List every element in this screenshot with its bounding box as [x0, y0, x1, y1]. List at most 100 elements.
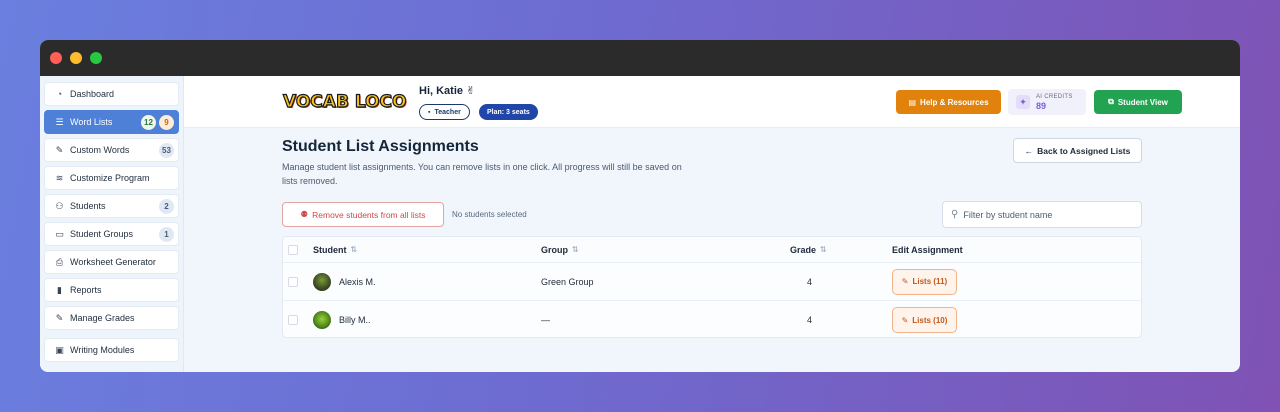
- sidebar-item-label: Custom Words: [70, 145, 130, 155]
- role-label: Teacher: [434, 108, 461, 116]
- column-grade[interactable]: Grade ⇅: [790, 245, 827, 255]
- student-filter-input[interactable]: [963, 209, 1134, 220]
- row-checkbox[interactable]: [288, 315, 298, 325]
- sidebar-item-writing-modules[interactable]: ▣ Writing Modules: [44, 338, 179, 362]
- close-window-icon[interactable]: [50, 52, 62, 64]
- sidebar-item-label: Students: [70, 201, 106, 211]
- arrow-left-icon: ←: [1024, 145, 1034, 156]
- sidebar-item-label: Reports: [70, 285, 102, 295]
- user-remove-icon: ⚉: [300, 209, 309, 219]
- book-icon: ▤: [908, 97, 917, 107]
- plan-badge: Plan: 3 seats: [479, 104, 538, 120]
- sidebar-item-worksheet-generator[interactable]: ⎙ Worksheet Generator: [44, 250, 179, 274]
- student-view-label: Student View: [1117, 97, 1168, 107]
- table-row: Billy M.. — 4 ✎ Lists (10): [283, 301, 1141, 337]
- list-icon: ☰: [55, 116, 64, 127]
- count-badge: 53: [159, 142, 174, 158]
- help-resources-button[interactable]: ▤ Help & Resources: [896, 90, 1001, 114]
- student-cell: Billy M..: [313, 311, 371, 329]
- sidebar-item-reports[interactable]: ▮ Reports: [44, 278, 179, 302]
- sidebar-item-student-groups[interactable]: ▭ Student Groups 1: [44, 222, 179, 246]
- count-badge: 2: [159, 198, 174, 214]
- id-badge-icon: ▪: [428, 108, 431, 116]
- sidebar-item-dashboard[interactable]: ◔ Dashboard: [44, 82, 179, 106]
- page-description: Manage student list assignments. You can…: [282, 162, 682, 186]
- role-badge: ▪ Teacher: [419, 104, 470, 120]
- select-all-checkbox[interactable]: [288, 244, 298, 255]
- sidebar-item-label: Writing Modules: [70, 345, 135, 355]
- edit-icon: ✎: [55, 144, 64, 155]
- table-header: Student ⇅ Group ⇅ Grade ⇅ Edit Assignmen…: [283, 237, 1141, 263]
- external-link-icon: ⧉: [1108, 97, 1114, 106]
- sliders-icon: ≋: [55, 172, 64, 183]
- users-icon: ⚇: [55, 200, 64, 211]
- student-name: Billy M..: [339, 315, 371, 325]
- minimize-window-icon[interactable]: [70, 52, 82, 64]
- lists-label: Lists (10): [912, 315, 948, 325]
- student-filter[interactable]: ⚲: [942, 201, 1142, 228]
- edit-icon: ✎: [55, 312, 64, 323]
- group-cell: Green Group: [541, 276, 594, 287]
- sort-icon: ⇅: [820, 245, 827, 254]
- maximize-window-icon[interactable]: [90, 52, 102, 64]
- app-header: VOCAB LOCO Hi, Katie ✌ ▪ Teacher Plan: 3…: [184, 76, 1240, 128]
- edit-lists-button[interactable]: ✎ Lists (11): [892, 268, 957, 295]
- grade-cell: 4: [807, 276, 813, 287]
- sidebar-item-label: Customize Program: [70, 173, 150, 183]
- search-icon: ⚲: [951, 209, 959, 220]
- document-icon: ▣: [55, 344, 64, 355]
- sidebar-item-label: Student Groups: [70, 229, 134, 239]
- help-resources-label: Help & Resources: [920, 97, 989, 107]
- avatar: [313, 272, 331, 291]
- sidebar-item-manage-grades[interactable]: ✎ Manage Grades: [44, 306, 179, 330]
- ai-credits-widget[interactable]: ✦ AI CREDITS 89: [1008, 89, 1086, 115]
- student-cell: Alexis M.: [313, 272, 376, 291]
- printer-icon: ⎙: [55, 256, 64, 267]
- student-view-button[interactable]: ⧉ Student View: [1094, 90, 1182, 114]
- edit-lists-button[interactable]: ✎ Lists (10): [892, 307, 957, 333]
- back-label: Back to Assigned Lists: [1037, 145, 1131, 156]
- remove-label: Remove students from all lists: [312, 209, 426, 220]
- count-badge: 1: [159, 226, 174, 242]
- column-grade-label: Grade: [790, 244, 817, 255]
- group-cell: —: [541, 315, 550, 325]
- title-bar: [40, 40, 1240, 76]
- column-student-label: Student: [313, 244, 347, 255]
- page-title: Student List Assignments: [282, 138, 479, 155]
- count-badge: 12: [141, 114, 156, 130]
- sidebar-item-customize-program[interactable]: ≋ Customize Program: [44, 166, 179, 190]
- ai-credits-text: AI CREDITS 89: [1036, 93, 1073, 111]
- assignments-table: Student ⇅ Group ⇅ Grade ⇅ Edit Assignmen…: [282, 236, 1142, 338]
- lists-label: Lists (11): [912, 277, 948, 286]
- row-checkbox[interactable]: [288, 276, 298, 287]
- sort-icon: ⇅: [572, 245, 579, 254]
- avatar: [313, 311, 331, 329]
- bar-chart-icon: ▮: [57, 284, 62, 295]
- remove-from-all-lists-button[interactable]: ⚉ Remove students from all lists: [282, 202, 444, 227]
- sidebar-item-label: Manage Grades: [70, 313, 135, 323]
- column-edit-assignment: Edit Assignment: [892, 245, 963, 255]
- gauge-icon: ◔: [56, 89, 63, 99]
- selection-status: No students selected: [452, 210, 527, 219]
- sidebar-item-custom-words[interactable]: ✎ Custom Words 53: [44, 138, 179, 162]
- table-row: Alexis M. Green Group 4 ✎ Lists (11): [283, 263, 1141, 301]
- student-name: Alexis M.: [339, 276, 376, 287]
- edit-icon: ✎: [901, 315, 909, 325]
- edit-icon: ✎: [901, 277, 909, 286]
- column-student[interactable]: Student ⇅: [313, 245, 357, 255]
- back-to-assigned-lists-button[interactable]: ← Back to Assigned Lists: [1013, 138, 1142, 163]
- brand-logo[interactable]: VOCAB LOCO: [282, 91, 407, 112]
- sidebar-item-students[interactable]: ⚇ Students 2: [44, 194, 179, 218]
- sidebar-item-word-lists[interactable]: ☰ Word Lists 12 9: [44, 110, 179, 134]
- main-area: VOCAB LOCO Hi, Katie ✌ ▪ Teacher Plan: 3…: [184, 76, 1240, 372]
- column-edit-label: Edit Assignment: [892, 244, 963, 255]
- column-group[interactable]: Group ⇅: [541, 245, 579, 255]
- column-group-label: Group: [541, 244, 568, 255]
- sparkle-icon: ✦: [1016, 95, 1030, 109]
- folder-icon: ▭: [55, 228, 64, 239]
- grade-cell: 4: [807, 315, 813, 325]
- count-badge: 9: [159, 114, 174, 130]
- sidebar: ◔ Dashboard ☰ Word Lists 12 9 ✎ Custom W…: [40, 76, 184, 372]
- ai-credits-value: 89: [1036, 101, 1047, 111]
- sidebar-item-label: Dashboard: [70, 89, 115, 99]
